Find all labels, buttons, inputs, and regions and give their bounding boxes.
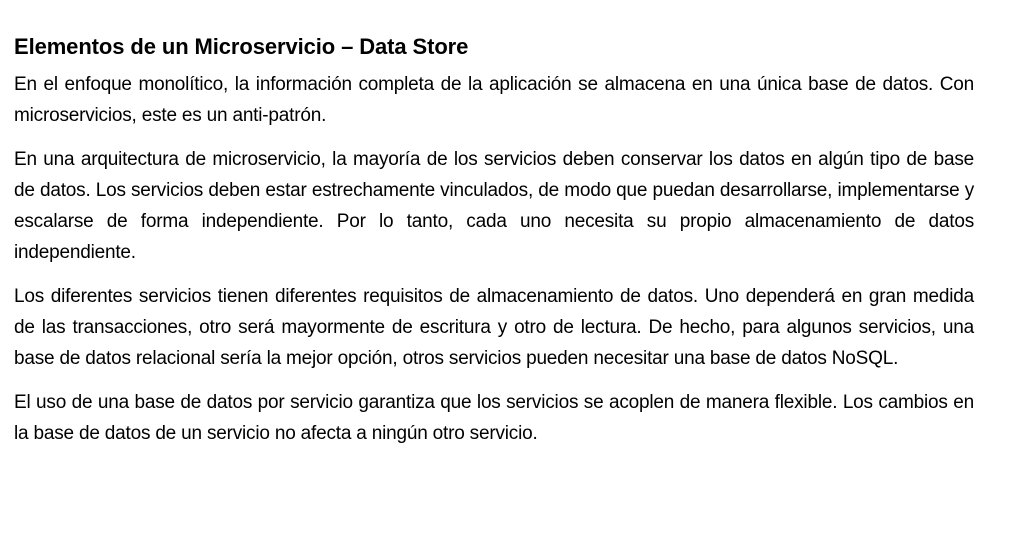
paragraph-requirements: Los diferentes servicios tienen diferent…: [14, 286, 974, 369]
document-page: Elementos de un Microservicio – Data Sto…: [14, 30, 974, 462]
paragraph-architecture: En una arquitectura de microservicio, la…: [14, 149, 974, 263]
paragraph-database-per-service: El uso de una base de datos por servicio…: [14, 392, 974, 444]
page-title: Elementos de un Microservicio – Data Sto…: [14, 34, 469, 59]
paragraph-monolithic: En el enfoque monolítico, la información…: [14, 74, 974, 126]
